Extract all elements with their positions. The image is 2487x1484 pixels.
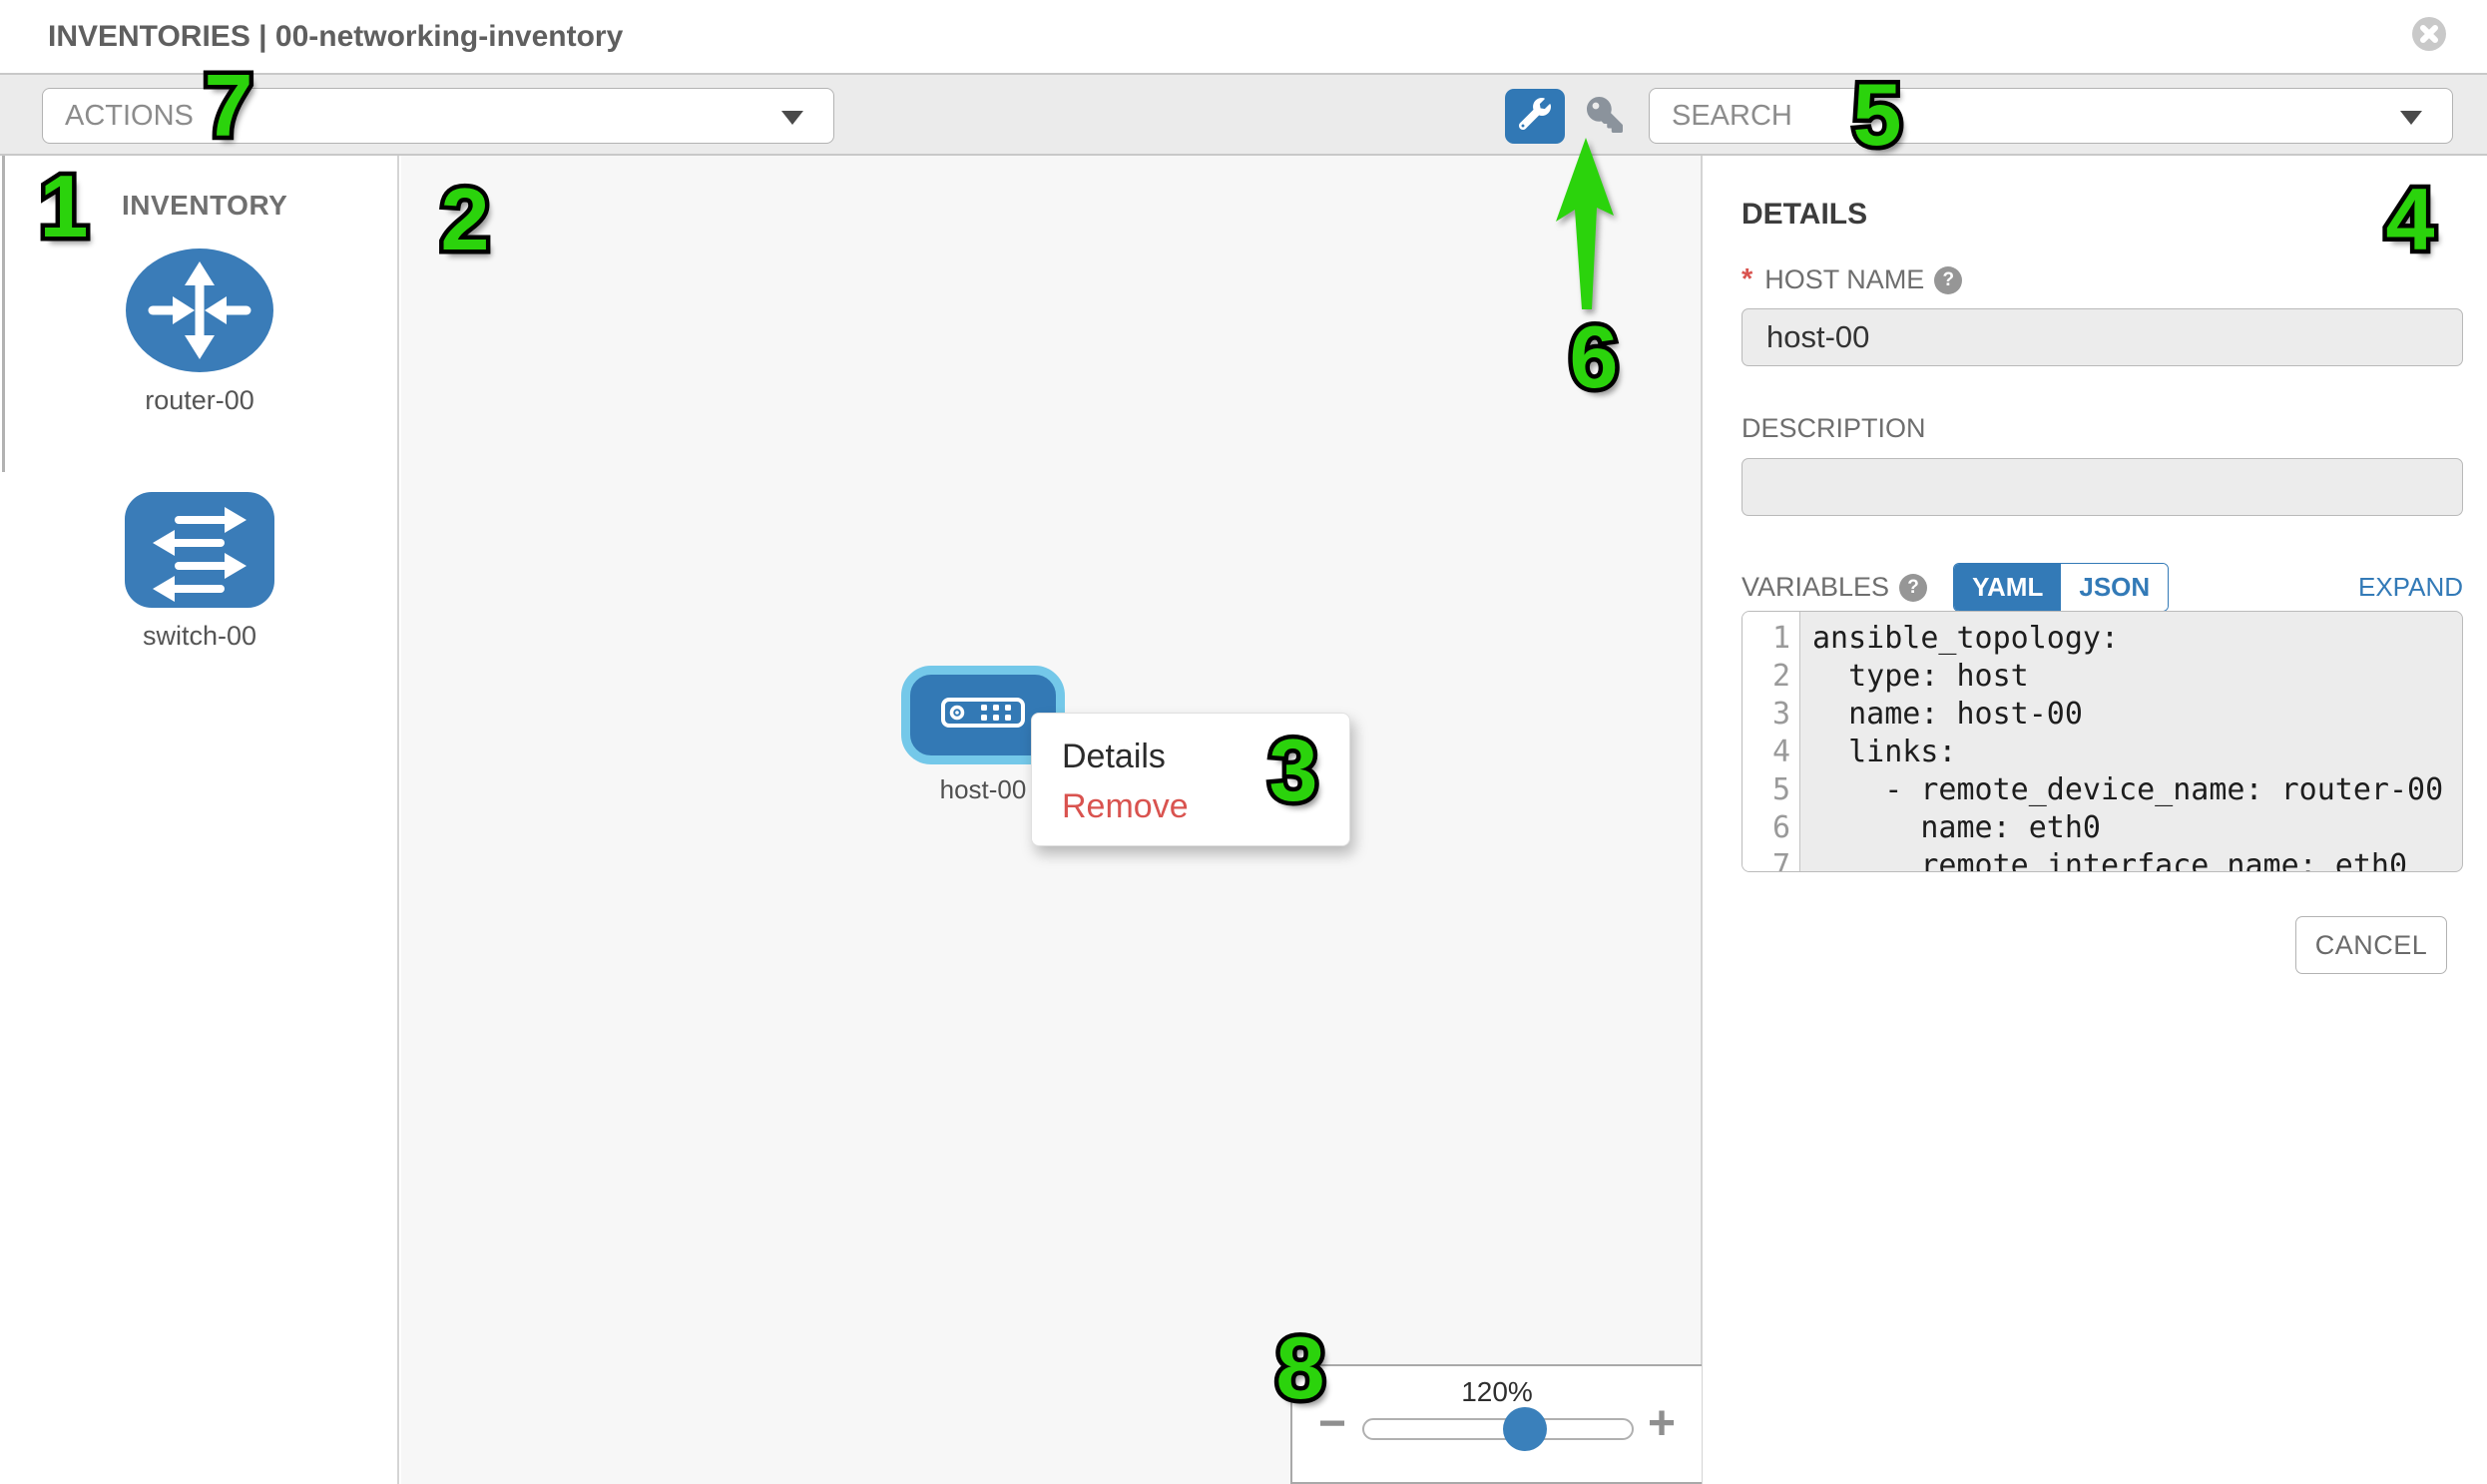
code-line: ansible_topology:: [1812, 620, 2462, 658]
line-number: 6: [1742, 809, 1799, 847]
search-dropdown[interactable]: SEARCH: [1649, 88, 2453, 144]
help-icon[interactable]: ?: [1934, 266, 1962, 294]
main-area: INVENTORY: [0, 156, 2487, 1484]
page-title: INVENTORIES | 00-networking-inventory: [48, 0, 623, 73]
zoom-control-panel: 120% − +: [1290, 1364, 1702, 1484]
wrench-icon: [1519, 98, 1551, 135]
details-title: DETAILS: [1741, 198, 1867, 232]
code-line: name: eth0: [1812, 809, 2462, 847]
line-number: 5: [1742, 771, 1799, 809]
json-toggle-button[interactable]: JSON: [2061, 564, 2168, 611]
host-name-label-row: * HOST NAME ?: [1741, 263, 1962, 296]
description-label-row: DESCRIPTION: [1741, 413, 1926, 444]
host-name-input[interactable]: [1741, 308, 2463, 366]
variables-label: VARIABLES: [1741, 572, 1889, 603]
palette-item-router[interactable]: router-00: [125, 248, 274, 416]
switch-icon: [125, 595, 274, 612]
palette-item-label: switch-00: [125, 621, 274, 652]
code-line: name: host-00: [1812, 696, 2462, 734]
page-header: INVENTORIES | 00-networking-inventory: [0, 0, 2487, 73]
key-icon: [1587, 97, 1623, 138]
sidebar-scrollbar[interactable]: [2, 156, 5, 472]
node-context-menu: Details Remove: [1031, 713, 1350, 846]
zoom-slider-track[interactable]: [1362, 1418, 1634, 1440]
tools-button[interactable]: [1505, 89, 1565, 144]
host-name-label: HOST NAME: [1764, 264, 1924, 295]
zoom-in-button[interactable]: +: [1648, 1400, 1676, 1448]
yaml-toggle-button[interactable]: YAML: [1954, 564, 2061, 611]
required-marker: *: [1741, 263, 1752, 296]
code-line: remote_interface_name: eth0: [1812, 847, 2462, 872]
menu-item-details[interactable]: Details: [1062, 732, 1349, 781]
inventory-palette-title: INVENTORY: [122, 190, 287, 222]
description-label: DESCRIPTION: [1741, 413, 1926, 444]
variables-label-row: VARIABLES ? YAML JSON EXPAND: [1741, 563, 2463, 612]
variables-editor[interactable]: 1 2 3 4 5 6 7 ansible_topology: type: ho…: [1741, 611, 2463, 872]
zoom-slider-thumb[interactable]: [1503, 1407, 1547, 1451]
expand-link[interactable]: EXPAND: [2358, 572, 2463, 603]
variables-format-toggle: YAML JSON: [1953, 563, 2169, 612]
details-panel: DETAILS * HOST NAME ? DESCRIPTION VARIAB…: [1705, 156, 2487, 1484]
inventory-topology-app: INVENTORIES | 00-networking-inventory AC…: [0, 0, 2487, 1484]
search-dropdown-label: SEARCH: [1672, 100, 1792, 133]
zoom-level-label: 120%: [1292, 1376, 1702, 1408]
close-icon[interactable]: [2412, 17, 2446, 51]
caret-down-icon: [781, 111, 803, 125]
line-number: 2: [1742, 658, 1799, 696]
topology-canvas[interactable]: host-00 Details Remove 120% − +: [401, 156, 1703, 1484]
editor-gutter: 1 2 3 4 5 6 7: [1742, 612, 1800, 871]
router-icon: [126, 359, 273, 376]
toolbar: ACTIONS SEARCH: [0, 73, 2487, 156]
help-icon[interactable]: ?: [1899, 574, 1927, 602]
palette-item-label: router-00: [125, 385, 274, 416]
menu-item-remove[interactable]: Remove: [1062, 781, 1349, 831]
code-line: links:: [1812, 734, 2462, 771]
editor-code: ansible_topology: type: host name: host-…: [1800, 612, 2462, 871]
actions-dropdown[interactable]: ACTIONS: [42, 88, 834, 144]
code-line: type: host: [1812, 658, 2462, 696]
palette-item-switch[interactable]: switch-00: [125, 492, 274, 652]
caret-down-icon: [2400, 111, 2422, 125]
host-icon: [941, 698, 1025, 733]
line-number: 4: [1742, 734, 1799, 771]
cancel-button[interactable]: CANCEL: [2295, 916, 2447, 974]
description-input[interactable]: [1741, 458, 2463, 516]
credentials-key-button[interactable]: [1585, 97, 1625, 137]
zoom-out-button[interactable]: −: [1318, 1400, 1346, 1448]
line-number: 7: [1742, 847, 1799, 872]
actions-dropdown-label: ACTIONS: [65, 100, 194, 133]
line-number: 1: [1742, 620, 1799, 658]
inventory-palette: INVENTORY: [0, 156, 399, 1484]
line-number: 3: [1742, 696, 1799, 734]
code-line: - remote_device_name: router-00: [1812, 771, 2462, 809]
